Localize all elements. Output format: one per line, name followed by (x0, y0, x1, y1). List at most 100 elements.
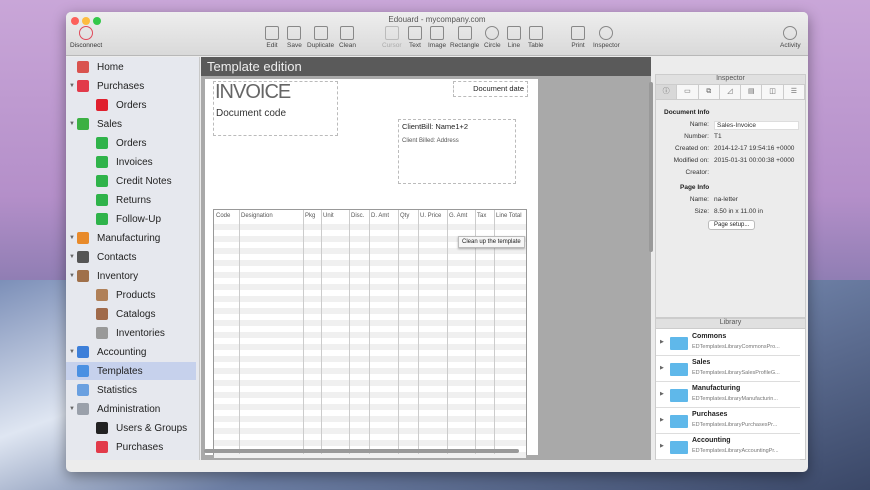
duplicate-button[interactable]: Duplicate (307, 26, 334, 49)
sidebar-item[interactable]: Products (66, 286, 196, 304)
cursor-button[interactable]: Cursor (382, 26, 402, 49)
circle-button[interactable]: Circle (484, 26, 501, 49)
column-header[interactable]: Unit (323, 213, 334, 219)
sidebar-item[interactable]: Templates (66, 362, 196, 380)
horizontal-scrollbar[interactable] (204, 449, 519, 453)
disclosure-triangle-icon[interactable]: ▶ (660, 443, 664, 449)
sidebar-item-label: Follow-Up (116, 213, 162, 225)
rectangle-button[interactable]: Rectangle (450, 26, 479, 49)
document-code[interactable]: Document code (216, 108, 286, 119)
document-date[interactable]: Document date (473, 84, 524, 93)
duplicate-icon (313, 26, 328, 40)
disclosure-triangle-icon[interactable]: ▼ (69, 121, 77, 127)
sidebar-item[interactable]: Invoices (66, 153, 196, 171)
sidebar-item[interactable]: Returns (66, 191, 196, 209)
inspector-tab-icon[interactable]: ⓘ (656, 85, 678, 99)
library-item[interactable]: ▶ Manufacturing EDTemplatesLibraryManufact… (656, 382, 800, 408)
sidebar-item[interactable]: ▼ Manufacturing (66, 229, 196, 247)
column-header[interactable]: Line Total (496, 213, 522, 219)
sidebar-item[interactable]: Purchases (66, 438, 196, 456)
print-label: Print (571, 42, 585, 49)
column-header[interactable]: G. Amt (449, 213, 467, 219)
edit-button[interactable]: Edit (265, 26, 279, 49)
client-name[interactable]: ClientBill: Name1+2 (402, 122, 468, 131)
disconnect-button[interactable]: Disconnect (70, 26, 102, 49)
sidebar-item[interactable]: Statistics (66, 381, 196, 399)
inspector-tab-icon[interactable]: ☰ (783, 85, 805, 99)
print-button[interactable]: Print (571, 26, 585, 49)
disclosure-triangle-icon[interactable]: ▼ (69, 83, 77, 89)
column-header[interactable]: Disc. (351, 213, 364, 219)
column-header[interactable]: Qty (400, 213, 409, 219)
sidebar-item[interactable]: Orders (66, 134, 196, 152)
clean-button[interactable]: Clean (339, 26, 356, 49)
sidebar-item[interactable]: Home (66, 58, 196, 76)
rectangle-icon (457, 26, 472, 40)
sidebar-item[interactable]: ▼ Inventory (66, 267, 196, 285)
library-item-path: EDTemplatesLibraryCommonsPro... (692, 344, 780, 350)
sidebar-item[interactable]: Inventories (66, 324, 196, 342)
disclosure-triangle-icon[interactable]: ▼ (69, 254, 77, 260)
column-header[interactable]: Designation (241, 213, 273, 219)
text-button[interactable]: Text (408, 26, 422, 49)
inspector-button[interactable]: Inspector (593, 26, 620, 49)
sidebar-item[interactable]: Credit Notes (66, 172, 196, 190)
activity-button[interactable]: Activity (780, 26, 801, 49)
inspector-tab-icon[interactable]: ◫ (762, 85, 784, 99)
sidebar-item[interactable]: ▼ Contacts (66, 248, 196, 266)
vertical-scrollbar[interactable] (649, 82, 653, 252)
column-header[interactable]: U. Price (420, 213, 441, 219)
inspector-tab-icon[interactable]: ▤ (741, 85, 763, 99)
library-item-path: EDTemplatesLibraryAccountingPr... (692, 448, 779, 454)
edit-label: Edit (266, 42, 278, 49)
sidebar-item[interactable]: ▼ Sales (66, 115, 196, 133)
disclosure-triangle-icon[interactable]: ▶ (660, 391, 664, 397)
creator-label: Creator: (685, 169, 709, 176)
section-icon (96, 308, 108, 320)
section-icon (77, 346, 89, 358)
image-button[interactable]: Image (428, 26, 446, 49)
disclosure-triangle-icon[interactable]: ▼ (69, 273, 77, 279)
name-field[interactable]: Sales-Invoice (714, 121, 799, 130)
table-label: Table (528, 42, 544, 49)
table-row-stripe (214, 332, 526, 338)
inspector-tab-icon[interactable]: ⧉ (698, 85, 720, 99)
disclosure-triangle-icon[interactable]: ▶ (660, 339, 664, 345)
page-setup-button[interactable]: Page setup... (708, 220, 756, 230)
library-item[interactable]: ▶ Sales EDTemplatesLibrarySalesProfileG... (656, 356, 800, 382)
sidebar-item-label: Returns (116, 194, 152, 206)
disclosure-triangle-icon[interactable]: ▼ (69, 349, 77, 355)
line-button[interactable]: Line (507, 26, 521, 49)
table-row-stripe (214, 248, 526, 254)
table-button[interactable]: Table (528, 26, 544, 49)
sidebar-item[interactable]: ▼ Purchases (66, 77, 196, 95)
save-icon (287, 26, 302, 40)
library-item[interactable]: ▶ Accounting EDTemplatesLibraryAccountingP… (656, 434, 800, 460)
disclosure-triangle-icon[interactable]: ▼ (69, 235, 77, 241)
disclosure-triangle-icon[interactable]: ▶ (660, 365, 664, 371)
library-item[interactable]: ▶ Commons EDTemplatesLibraryCommonsPro... (656, 330, 800, 356)
clean-label: Clean (339, 42, 356, 49)
sidebar-item[interactable]: ▼ Accounting (66, 343, 196, 361)
invoice-title[interactable]: INVOICE (215, 81, 291, 104)
template-page[interactable]: INVOICE Document code Document date Clie… (205, 79, 538, 458)
inspector-tab-icon[interactable]: ◿ (719, 85, 742, 99)
column-header[interactable]: Pkg (305, 213, 315, 219)
disclosure-triangle-icon[interactable]: ▼ (69, 406, 77, 412)
section-icon (96, 327, 108, 339)
column-divider (349, 210, 350, 454)
column-header[interactable]: Code (216, 213, 230, 219)
sidebar-item[interactable]: Follow-Up (66, 210, 196, 228)
sidebar-item[interactable]: ▼ Administration (66, 400, 196, 418)
sidebar-item[interactable]: Orders (66, 96, 196, 114)
inspector-tab-icon[interactable]: ▭ (677, 85, 699, 99)
library-title: Library (656, 319, 805, 329)
column-header[interactable]: D. Amt (371, 213, 389, 219)
client-address[interactable]: Client Billed: Address (402, 138, 459, 144)
column-header[interactable]: Tax (477, 213, 486, 219)
library-item[interactable]: ▶ Purchases EDTemplatesLibraryPurchasesPr.… (656, 408, 800, 434)
sidebar-item[interactable]: Users & Groups (66, 419, 196, 437)
sidebar-item[interactable]: Catalogs (66, 305, 196, 323)
disclosure-triangle-icon[interactable]: ▶ (660, 417, 664, 423)
save-button[interactable]: Save (287, 26, 302, 49)
